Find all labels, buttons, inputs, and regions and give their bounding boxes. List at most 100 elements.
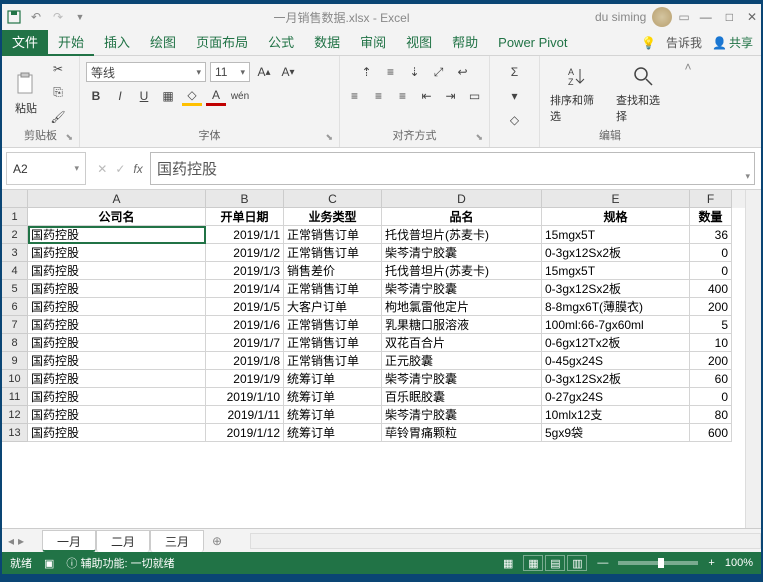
font-color-icon[interactable]: A [206,86,226,106]
zoom-in-icon[interactable]: + [708,557,714,569]
cut-icon[interactable]: ✂ [48,59,68,79]
align-launcher-icon[interactable]: ⬊ [475,132,483,143]
font-name-combo[interactable]: 等线▾ [86,62,206,82]
border-icon[interactable]: ▦ [158,86,178,106]
tab-draw[interactable]: 绘图 [140,30,186,56]
display-settings-icon[interactable]: ▦ [503,557,513,570]
close-icon[interactable]: ✕ [747,10,757,24]
cell[interactable]: 10 [690,334,732,352]
cell[interactable]: 0-3gx12Sx2板 [542,244,690,262]
sheet-tab-3[interactable]: 三月 [150,530,204,552]
cell[interactable]: 国药控股 [28,262,206,280]
cell[interactable]: 80 [690,406,732,424]
tab-data[interactable]: 数据 [304,30,350,56]
align-top-icon[interactable]: ⇡ [357,62,377,82]
align-middle-icon[interactable]: ≡ [381,62,401,82]
cell[interactable]: 国药控股 [28,316,206,334]
tab-insert[interactable]: 插入 [94,30,140,56]
phonetic-icon[interactable]: wén [230,86,250,106]
cell[interactable]: 0 [690,262,732,280]
cell[interactable]: 百乐眠胶囊 [382,388,542,406]
cell[interactable]: 2019/1/2 [206,244,284,262]
cell[interactable]: 正常销售订单 [284,244,382,262]
bold-icon[interactable]: B [86,86,106,106]
cell[interactable]: 200 [690,352,732,370]
find-select-button[interactable]: 查找和选择 [612,60,674,126]
cell[interactable]: 0-3gx12Sx2板 [542,280,690,298]
cell[interactable]: 统筹订单 [284,388,382,406]
cell[interactable]: 正常销售订单 [284,352,382,370]
autosum-icon[interactable]: Σ [505,62,525,82]
cell[interactable]: 正常销售订单 [284,316,382,334]
status-accessibility[interactable]: ⓘ 辅助功能: 一切就绪 [66,555,174,571]
copy-icon[interactable]: ⎘ [48,83,68,103]
col-header[interactable]: A [28,190,206,208]
cell[interactable]: 0-27gx24S [542,388,690,406]
cell[interactable]: 统筹订单 [284,406,382,424]
select-all-corner[interactable] [2,190,28,208]
tab-powerpivot[interactable]: Power Pivot [488,30,577,56]
cell[interactable]: 正常销售订单 [284,226,382,244]
collapse-ribbon-icon[interactable]: ˄ [680,56,696,147]
redo-icon[interactable]: ↷ [50,9,66,25]
cell[interactable]: 国药控股 [28,334,206,352]
cell[interactable]: 公司名 [28,208,206,226]
sheet-next-icon[interactable]: ▸ [18,534,24,548]
cell[interactable]: 100ml:66-7gx60ml [542,316,690,334]
cell[interactable]: 柴芩清宁胶囊 [382,280,542,298]
font-launcher-icon[interactable]: ⬊ [325,132,333,143]
tab-help[interactable]: 帮助 [442,30,488,56]
cell[interactable]: 柴芩清宁胶囊 [382,370,542,388]
align-left-icon[interactable]: ≡ [345,86,365,106]
lightbulb-icon[interactable]: 💡 [641,36,656,50]
cell[interactable]: 国药控股 [28,298,206,316]
qat-dropdown-icon[interactable]: ▼ [72,9,88,25]
cell[interactable]: 2019/1/11 [206,406,284,424]
save-icon[interactable] [6,9,22,25]
font-size-combo[interactable]: 11▾ [210,62,250,82]
expand-formula-icon[interactable]: ▾ [745,171,750,182]
cell[interactable]: 国药控股 [28,352,206,370]
cell[interactable]: 国药控股 [28,370,206,388]
cell[interactable]: 36 [690,226,732,244]
cell[interactable]: 60 [690,370,732,388]
view-pagebreak-icon[interactable]: ▥ [567,555,587,571]
undo-icon[interactable]: ↶ [28,9,44,25]
tab-view[interactable]: 视图 [396,30,442,56]
cell[interactable]: 国药控股 [28,280,206,298]
zoom-slider[interactable] [618,561,698,565]
cell[interactable]: 15mgx5T [542,226,690,244]
maximize-icon[interactable]: □ [726,10,733,24]
zoom-out-icon[interactable]: — [597,557,608,569]
cell[interactable]: 2019/1/7 [206,334,284,352]
cell[interactable]: 柴芩清宁胶囊 [382,406,542,424]
col-header[interactable]: F [690,190,732,208]
increase-font-icon[interactable]: A▴ [254,62,274,82]
cell[interactable]: 2019/1/10 [206,388,284,406]
sheet-tab-1[interactable]: 一月 [42,530,96,552]
cell[interactable]: 大客户订单 [284,298,382,316]
sort-filter-button[interactable]: AZ 排序和筛选 [546,60,608,126]
cell[interactable]: 国药控股 [28,406,206,424]
cell[interactable]: 2019/1/12 [206,424,284,442]
row-header[interactable]: 9 [2,352,28,370]
clear-icon[interactable]: ◇ [505,110,525,130]
orientation-icon[interactable]: ⤢ [429,62,449,82]
cell[interactable]: 0-3gx12Sx2板 [542,370,690,388]
view-layout-icon[interactable]: ▤ [545,555,565,571]
align-center-icon[interactable]: ≡ [369,86,389,106]
fx-icon[interactable]: fx [133,162,142,176]
tab-review[interactable]: 审阅 [350,30,396,56]
minimize-icon[interactable]: — [700,10,712,24]
ribbon-display-icon[interactable]: ▭ [678,10,689,24]
add-sheet-icon[interactable]: ⊕ [204,534,230,548]
cell[interactable]: 8-8mgx6T(薄膜衣) [542,298,690,316]
cell[interactable]: 10mlx12支 [542,406,690,424]
cell[interactable]: 0 [690,388,732,406]
cell[interactable]: 2019/1/9 [206,370,284,388]
col-header[interactable]: B [206,190,284,208]
cell[interactable]: 开单日期 [206,208,284,226]
row-header[interactable]: 6 [2,298,28,316]
cell[interactable]: 柴芩清宁胶囊 [382,244,542,262]
view-normal-icon[interactable]: ▦ [523,555,543,571]
